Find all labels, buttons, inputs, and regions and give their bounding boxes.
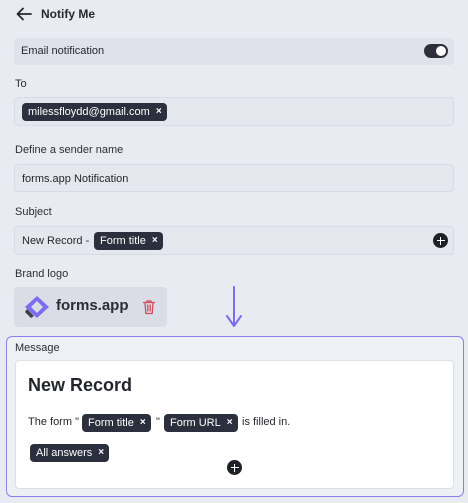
recipient-chip: milessfloydd@gmail.com ×: [22, 103, 167, 121]
message-text-prefix: The form ": [28, 416, 79, 428]
sender-name-value: forms.app Notification: [22, 173, 129, 185]
message-all-answers-label: All answers: [36, 447, 93, 459]
message-heading: New Record: [28, 375, 133, 395]
add-subject-token-icon[interactable]: [433, 233, 448, 248]
toggle-knob: [436, 46, 446, 56]
message-label: Message: [15, 342, 60, 354]
subject-token-label: Form title: [100, 235, 146, 247]
message-form-url-label: Form URL: [170, 417, 221, 429]
arrow-down-icon: [226, 286, 242, 327]
arrow-left-icon: [16, 7, 32, 21]
remove-form-url-token-button[interactable]: ×: [227, 418, 233, 428]
message-editor[interactable]: New Record The form " Form title × " For…: [15, 360, 454, 489]
forms-app-logo-icon: [25, 296, 49, 318]
remove-all-answers-token-button[interactable]: ×: [98, 448, 104, 458]
to-field[interactable]: milessfloydd@gmail.com ×: [14, 97, 454, 126]
remove-subject-token-button[interactable]: ×: [152, 236, 158, 246]
brand-logo-preview: forms.app: [14, 287, 167, 327]
sender-name-label: Define a sender name: [15, 144, 124, 156]
header-bar: Notify Me: [0, 0, 468, 30]
back-button[interactable]: [15, 6, 33, 22]
subject-prefix: New Record -: [22, 235, 90, 247]
recipient-email: milessfloydd@gmail.com: [28, 106, 150, 118]
subject-form-title-chip: Form title ×: [94, 232, 163, 250]
remove-form-title-token-button[interactable]: ×: [140, 418, 146, 428]
to-label: To: [15, 78, 27, 90]
remove-recipient-button[interactable]: ×: [156, 107, 162, 117]
message-section: Message New Record The form " Form title…: [6, 336, 464, 497]
email-notification-row: Email notification: [14, 38, 454, 65]
brand-logo-label: Brand logo: [15, 268, 69, 280]
email-notification-toggle[interactable]: [424, 44, 448, 58]
message-body-line: The form " Form title × " Form URL × is …: [28, 414, 448, 432]
message-form-title-label: Form title: [88, 417, 134, 429]
email-notification-label: Email notification: [21, 45, 105, 57]
trash-icon[interactable]: [142, 299, 156, 315]
message-text-suffix: is filled in.: [242, 416, 291, 428]
page-title: Notify Me: [41, 7, 95, 21]
logo-wordmark: forms.app: [56, 297, 129, 314]
sender-name-input[interactable]: forms.app Notification: [14, 164, 454, 192]
message-text-quote: ": [156, 416, 160, 428]
add-message-token-icon[interactable]: [227, 460, 242, 475]
subject-label: Subject: [15, 206, 52, 218]
message-form-url-chip: Form URL ×: [164, 414, 238, 432]
message-form-title-chip: Form title ×: [82, 414, 151, 432]
subject-field[interactable]: New Record - Form title ×: [14, 226, 454, 255]
message-all-answers-chip: All answers ×: [30, 444, 110, 462]
